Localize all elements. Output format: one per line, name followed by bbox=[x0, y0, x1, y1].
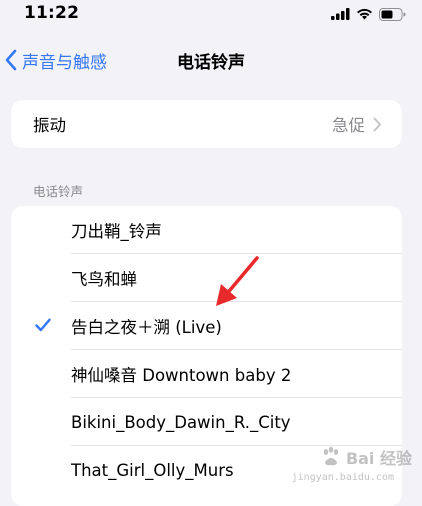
watermark: Bai 经验 bbox=[320, 445, 412, 469]
paw-logo-icon bbox=[323, 446, 339, 466]
wifi-icon bbox=[357, 8, 372, 20]
watermark-text: Bai 经验 bbox=[345, 449, 412, 468]
checkmark-icon bbox=[35, 318, 51, 332]
ringtone-label: 告白之夜＋溯 (Live) bbox=[71, 318, 222, 337]
ringtone-label: 飞鸟和蝉 bbox=[71, 270, 137, 289]
vibration-card: 振动 急促 bbox=[11, 100, 402, 148]
ringtone-label: Bikini_Body_Dawin_R._City bbox=[71, 412, 291, 432]
vibration-value-group: 急促 bbox=[332, 100, 382, 148]
signal-icon bbox=[331, 8, 350, 20]
vibration-label: 振动 bbox=[33, 116, 66, 135]
ringtone-label: 刀出鞘_铃声 bbox=[71, 222, 162, 241]
ringtones-section-header: 电话铃声 bbox=[33, 184, 84, 199]
status-bar: 11:22 bbox=[0, 0, 422, 30]
status-time: 11:22 bbox=[24, 3, 80, 23]
vibration-value: 急促 bbox=[332, 116, 365, 135]
ringtone-label: That_Girl_Olly_Murs bbox=[71, 460, 234, 480]
ringtone-item[interactable]: Bikini_Body_Dawin_R._City bbox=[11, 398, 402, 446]
status-icons bbox=[331, 6, 406, 22]
navigation-bar: 声音与触感 电话铃声 bbox=[0, 38, 422, 82]
battery-icon bbox=[379, 7, 406, 21]
watermark-url: jingyan.baidu.com bbox=[291, 472, 394, 483]
chevron-right-icon bbox=[373, 117, 381, 131]
vibration-row[interactable]: 振动 急促 bbox=[11, 100, 402, 148]
ringtone-label: 神仙嗓音 Downtown baby 2 bbox=[71, 366, 292, 385]
page-title: 电话铃声 bbox=[177, 53, 245, 73]
annotation-arrow-icon bbox=[216, 256, 259, 306]
ringtone-item[interactable]: 神仙嗓音 Downtown baby 2 bbox=[11, 350, 402, 398]
ringtone-item[interactable]: 刀出鞘_铃声 bbox=[11, 206, 402, 254]
